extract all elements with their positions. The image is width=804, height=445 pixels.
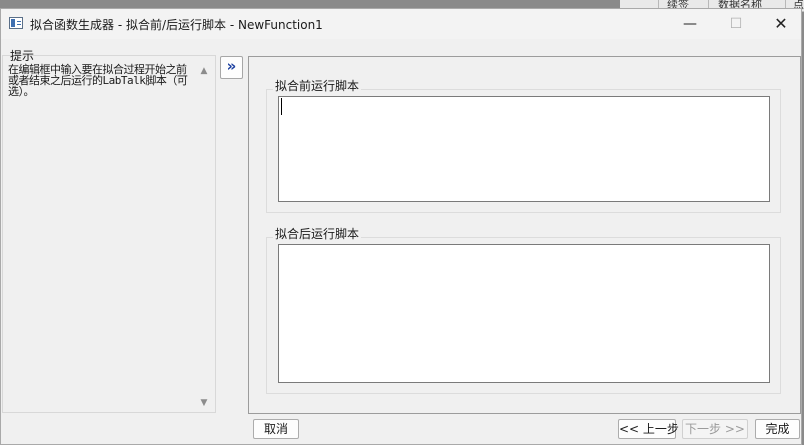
before-fit-script-input[interactable]: [278, 96, 770, 202]
hint-text: 在编辑框中输入要在拟合过程开始之前或者结束之后运行的LabTalk脚本（可选）。: [8, 63, 188, 98]
fitting-function-builder-dialog: 拟合函数生成器 - 拟合前/后运行脚本 - NewFunction1 — ☐ ✕…: [0, 8, 802, 445]
window-title: 拟合函数生成器 - 拟合前/后运行脚本 - NewFunction1: [30, 18, 323, 32]
minimize-button[interactable]: —: [667, 9, 713, 39]
finish-button[interactable]: 完成: [755, 419, 800, 439]
after-fit-script-label: 拟合后运行脚本: [273, 225, 362, 242]
maximize-button[interactable]: ☐: [713, 9, 759, 39]
after-fit-script-input[interactable]: [278, 244, 770, 383]
previous-step-button[interactable]: << 上一步: [618, 419, 679, 439]
hint-panel: [2, 55, 216, 413]
scroll-down-arrow-icon[interactable]: ▼: [198, 398, 210, 410]
double-chevron-right-icon: »: [226, 57, 237, 75]
text-caret: [281, 98, 282, 115]
before-fit-script-label: 拟合前运行脚本: [273, 77, 362, 94]
expand-panel-button[interactable]: »: [220, 56, 243, 79]
app-icon: [9, 17, 23, 29]
hint-label: 提示: [10, 49, 35, 63]
cancel-button[interactable]: 取消: [253, 419, 299, 439]
title-bar[interactable]: 拟合函数生成器 - 拟合前/后运行脚本 - NewFunction1 — ☐ ✕: [1, 9, 801, 39]
next-step-button[interactable]: 下一步 >>: [682, 419, 748, 439]
close-button[interactable]: ✕: [758, 9, 804, 39]
scroll-up-arrow-icon[interactable]: ▲: [198, 66, 210, 78]
